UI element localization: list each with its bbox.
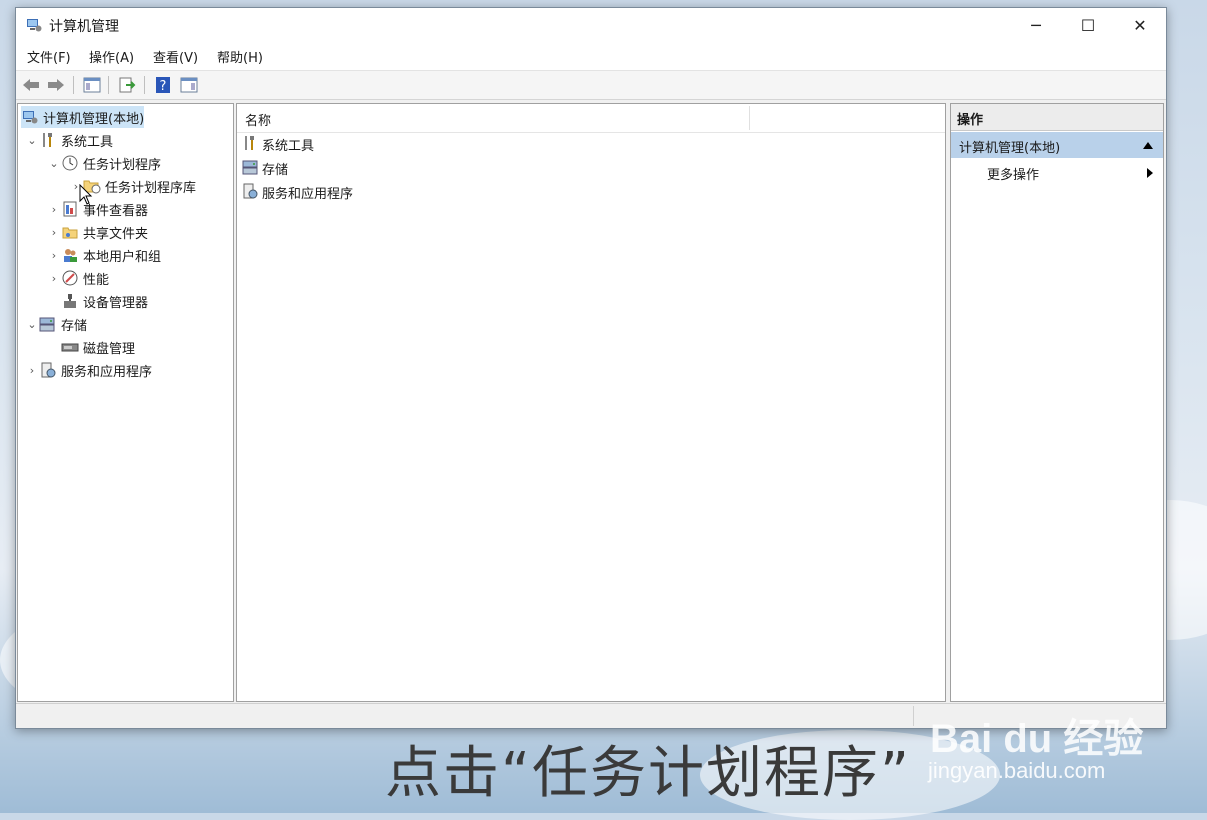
tree-item-task-scheduler[interactable]: ⌄ 任务计划程序 bbox=[47, 152, 161, 174]
back-icon[interactable] bbox=[21, 75, 41, 95]
list-item-label: 服务和应用程序 bbox=[262, 186, 354, 202]
list-item-storage[interactable]: 存储 bbox=[242, 157, 288, 179]
actions-section-label: 计算机管理(本地) bbox=[959, 141, 1061, 156]
tutorial-caption: 点击“任务计划程序” bbox=[385, 741, 912, 806]
disk-icon bbox=[61, 338, 79, 356]
tree-item-label: 本地用户和组 bbox=[83, 249, 162, 265]
clock-icon bbox=[61, 154, 79, 172]
actions-section-computer-management[interactable]: 计算机管理(本地) bbox=[951, 132, 1163, 158]
maximize-button[interactable]: ☐ bbox=[1062, 8, 1114, 42]
computer-management-icon bbox=[26, 17, 42, 33]
list-item-label: 系统工具 bbox=[262, 138, 315, 154]
computer-management-window: 计算机管理 ─ ☐ ✕ 文件(F) 操作(A) 查看(V) 帮助(H) ? 计算… bbox=[15, 7, 1167, 729]
tree-item-disk-management[interactable]: 磁盘管理 bbox=[47, 336, 135, 358]
tree-item-root[interactable]: 计算机管理(本地) bbox=[21, 106, 145, 128]
device-manager-icon bbox=[61, 292, 79, 310]
show-tree-icon[interactable] bbox=[82, 75, 102, 95]
tree-item-device-manager[interactable]: 设备管理器 bbox=[47, 290, 148, 312]
menu-file[interactable]: 文件(F) bbox=[27, 47, 71, 66]
minimize-button[interactable]: ─ bbox=[1010, 8, 1062, 42]
menu-action[interactable]: 操作(A) bbox=[89, 47, 134, 66]
chevron-right-icon[interactable]: › bbox=[47, 226, 61, 239]
toolbar-separator bbox=[144, 76, 145, 94]
tree-item-services-apps[interactable]: › 服务和应用程序 bbox=[25, 359, 152, 381]
tree-pane: 计算机管理(本地) ⌄ 系统工具 ⌄ 任务计划程序 › 任务计划程序库 › 事件… bbox=[17, 103, 234, 702]
chevron-right-icon[interactable]: › bbox=[47, 272, 61, 285]
window-title: 计算机管理 bbox=[49, 19, 119, 35]
tree-item-label: 共享文件夹 bbox=[83, 226, 149, 242]
chevron-down-icon[interactable]: ⌄ bbox=[47, 157, 61, 170]
toolbar-separator bbox=[108, 76, 109, 94]
list-item-system-tools[interactable]: 系统工具 bbox=[242, 133, 314, 155]
tree-item-label: 磁盘管理 bbox=[83, 341, 136, 357]
content-area: 计算机管理(本地) ⌄ 系统工具 ⌄ 任务计划程序 › 任务计划程序库 › 事件… bbox=[16, 100, 1166, 704]
tree-item-label: 服务和应用程序 bbox=[61, 364, 153, 380]
storage-icon bbox=[39, 315, 57, 333]
more-actions-item[interactable]: 更多操作 bbox=[951, 160, 1163, 184]
performance-icon bbox=[61, 269, 79, 287]
column-name-header[interactable]: 名称 bbox=[245, 110, 271, 129]
list-column-header: 名称 bbox=[237, 104, 945, 133]
users-icon bbox=[61, 246, 79, 264]
tree-item-system-tools[interactable]: ⌄ 系统工具 bbox=[25, 129, 113, 151]
mouse-cursor-icon bbox=[79, 184, 93, 205]
forward-icon[interactable] bbox=[46, 75, 66, 95]
tree-item-storage[interactable]: ⌄ 存储 bbox=[25, 313, 87, 335]
menu-help[interactable]: 帮助(H) bbox=[217, 47, 263, 66]
svg-text:?: ? bbox=[160, 79, 167, 94]
tree-item-event-viewer[interactable]: › 事件查看器 bbox=[47, 198, 148, 220]
actions-pane: 操作 计算机管理(本地) 更多操作 bbox=[950, 103, 1164, 702]
actions-header-label: 操作 bbox=[957, 113, 984, 128]
baidu-watermark-logo: Bai du 经验 bbox=[930, 717, 1144, 761]
baidu-watermark-url: jingyan.baidu.com bbox=[928, 758, 1106, 783]
list-item-services-apps[interactable]: 服务和应用程序 bbox=[242, 181, 353, 203]
export-list-icon[interactable] bbox=[117, 75, 137, 95]
toolbar-separator bbox=[73, 76, 74, 94]
toolbar: ? bbox=[16, 70, 1166, 100]
status-divider bbox=[913, 706, 914, 726]
title-bar: 计算机管理 ─ ☐ ✕ bbox=[16, 8, 1166, 42]
tree-item-label: 计算机管理(本地) bbox=[43, 111, 145, 127]
chevron-down-icon[interactable]: ⌄ bbox=[25, 134, 39, 147]
more-actions-label: 更多操作 bbox=[987, 168, 1040, 183]
storage-icon bbox=[242, 159, 260, 177]
chevron-right-icon[interactable]: › bbox=[25, 364, 39, 377]
chevron-right-icon[interactable]: › bbox=[47, 249, 61, 262]
list-item-label: 存储 bbox=[262, 162, 289, 178]
close-button[interactable]: ✕ bbox=[1114, 8, 1166, 42]
computer-management-icon bbox=[21, 108, 39, 126]
tree-item-performance[interactable]: › 性能 bbox=[47, 267, 109, 289]
tree-item-label: 设备管理器 bbox=[83, 295, 149, 311]
actions-header: 操作 bbox=[951, 104, 1163, 131]
collapse-up-icon[interactable] bbox=[1143, 142, 1153, 149]
services-icon bbox=[39, 361, 57, 379]
event-viewer-icon bbox=[61, 200, 79, 218]
tree-item-label: 任务计划程序 bbox=[83, 157, 162, 173]
services-icon bbox=[242, 183, 260, 201]
show-action-pane-icon[interactable] bbox=[179, 75, 199, 95]
menu-view[interactable]: 查看(V) bbox=[153, 47, 198, 66]
tree-item-label: 系统工具 bbox=[61, 134, 114, 150]
tools-icon bbox=[242, 135, 260, 153]
list-pane: 名称 系统工具 存储 服务和应用程序 bbox=[236, 103, 946, 702]
tree-item-label: 存储 bbox=[61, 318, 88, 334]
chevron-right-icon[interactable]: › bbox=[47, 203, 61, 216]
shared-folder-icon bbox=[61, 223, 79, 241]
tree-item-shared-folders[interactable]: › 共享文件夹 bbox=[47, 221, 148, 243]
tree-item-label: 性能 bbox=[83, 272, 110, 288]
submenu-arrow-icon bbox=[1147, 168, 1153, 178]
tree-item-local-users[interactable]: › 本地用户和组 bbox=[47, 244, 161, 266]
column-divider[interactable] bbox=[749, 106, 750, 130]
help-icon[interactable]: ? bbox=[153, 75, 173, 95]
chevron-down-icon[interactable]: ⌄ bbox=[25, 318, 39, 331]
tree-item-label: 任务计划程序库 bbox=[105, 180, 197, 196]
menu-bar: 文件(F) 操作(A) 查看(V) 帮助(H) bbox=[16, 44, 1166, 68]
tools-icon bbox=[39, 131, 57, 149]
